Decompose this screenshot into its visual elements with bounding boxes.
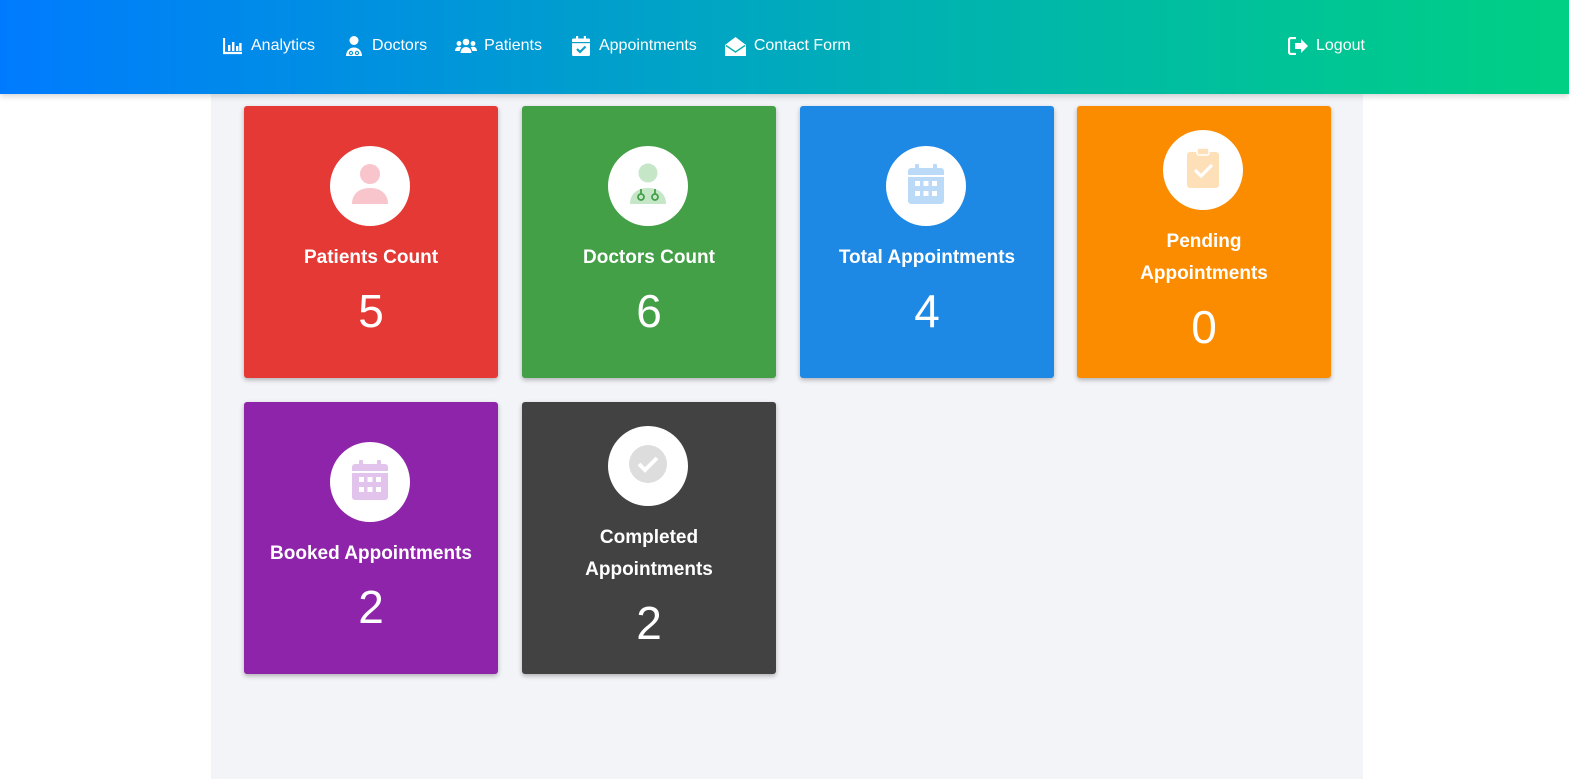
envelope-open-icon [725,35,747,57]
calendar-check-icon [570,35,592,57]
logout-label: Logout [1316,37,1365,54]
nav-item-contact-form[interactable]: Contact Form [725,35,851,57]
total-appointments-icon-circle [886,146,966,226]
pending-appointments-card[interactable]: Pending Appointments 0 [1077,106,1331,378]
booked-appointments-icon-circle [330,442,410,522]
card-value: 5 [358,285,384,337]
clipboard-check-icon [1187,146,1219,193]
logout-link[interactable]: Logout [1287,35,1365,57]
card-label: Pending Appointments [1140,231,1268,284]
completed-appointments-icon-circle [608,426,688,506]
nav-label-patients: Patients [484,37,542,54]
card-value: 2 [636,597,662,649]
doctors-icon-circle [608,146,688,226]
pending-appointments-icon-circle [1163,130,1243,210]
completed-appointments-card[interactable]: Completed Appointments 2 [522,402,776,674]
nav-menu: Analytics Doctors Patients Appointments … [222,33,879,59]
nav-label-appointments: Appointments [598,37,697,54]
users-icon [455,35,478,57]
card-label: Total Appointments [838,247,1016,268]
card-label: Booked Appointments [270,543,472,564]
card-value: 6 [636,285,662,337]
user-doctor-icon [628,163,668,210]
nav-item-doctors[interactable]: Doctors [343,35,427,57]
patients-count-card[interactable]: Patients Count 5 [244,106,498,378]
nav-label-analytics: Analytics [251,37,316,54]
calendar-icon [907,163,945,209]
nav-label-doctors: Doctors [372,37,428,54]
calendar-icon [351,459,389,505]
check-circle-icon [628,444,668,489]
card-value: 4 [914,285,940,337]
top-navbar: Analytics Doctors Patients Appointments … [0,0,1569,94]
nav-label-contact-form: Contact Form [753,37,851,54]
nav-item-patients[interactable]: Patients [455,35,542,57]
nav-item-analytics[interactable]: Analytics [222,35,315,57]
dashboard-content: Patients Count 5 Doctors Count 6 Total A… [211,94,1363,779]
doctors-count-card[interactable]: Doctors Count 6 [522,106,776,378]
booked-appointments-card[interactable]: Booked Appointments 2 [244,402,498,674]
card-value: 0 [1191,301,1217,353]
chart-bar-icon [222,35,244,57]
sign-out-icon [1287,35,1309,57]
nav-item-appointments[interactable]: Appointments [570,35,697,57]
card-label: Patients Count [303,247,439,268]
card-label: Doctors Count [583,247,715,268]
user-icon [350,163,390,210]
card-label: Completed Appointments [585,527,713,580]
user-doctor-icon [343,35,365,57]
total-appointments-card[interactable]: Total Appointments 4 [800,106,1054,378]
patients-icon-circle [330,146,410,226]
card-value: 2 [358,581,384,633]
